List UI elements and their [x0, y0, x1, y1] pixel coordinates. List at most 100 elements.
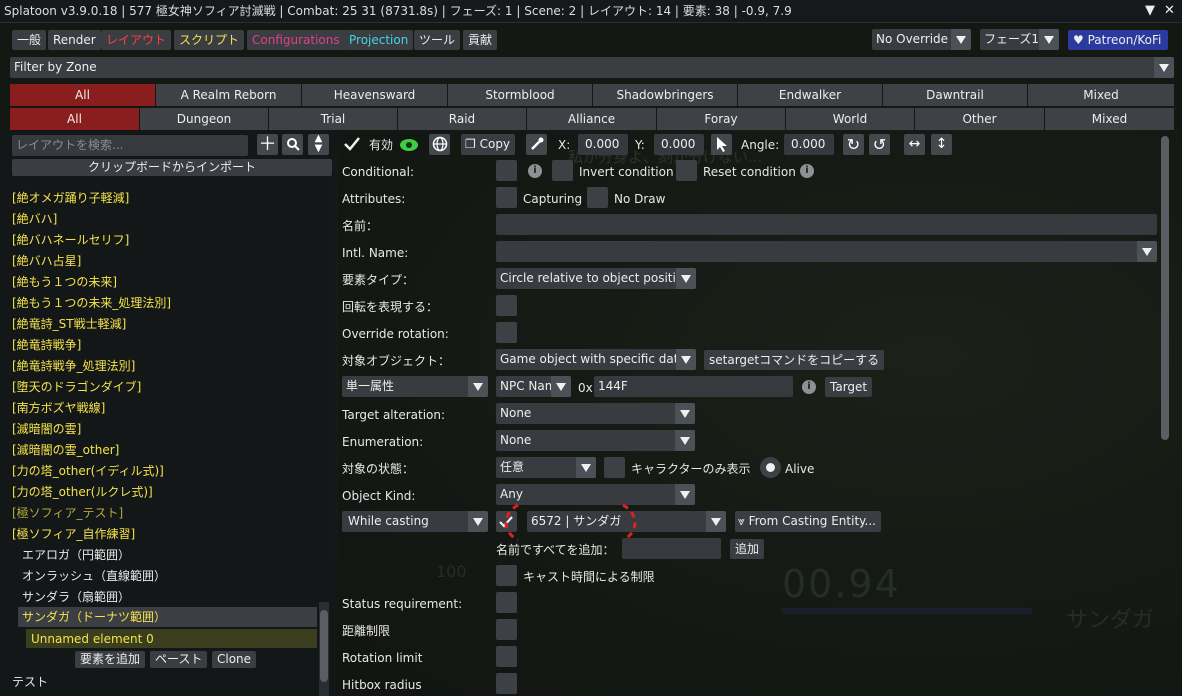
npc-name-select[interactable]: NPC Name — [496, 376, 571, 397]
tab-content-alliance[interactable]: Alliance — [527, 108, 656, 130]
while-casting-select[interactable]: While casting — [342, 511, 488, 532]
info-icon[interactable]: i — [802, 380, 816, 394]
layout-search-input[interactable]: レイアウトを検索... — [12, 135, 248, 156]
tab-expansion-all[interactable]: All — [10, 84, 155, 106]
list-item[interactable]: エアロガ（円範囲） — [22, 547, 130, 563]
menu-configurations[interactable]: Configurations — [247, 30, 345, 50]
scrollbar-thumb[interactable] — [1161, 136, 1169, 440]
paste-button[interactable]: ペースト — [150, 651, 208, 668]
tab-content-foray[interactable]: Foray — [657, 108, 785, 130]
from-casting-entity-button[interactable]: ⩔ From Casting Entity... — [735, 511, 881, 532]
add-element-button[interactable]: 要素を追加 — [75, 651, 146, 668]
list-item[interactable]: [力の塔_other(ルクレ式)] — [12, 484, 153, 500]
capturing-checkbox[interactable] — [496, 187, 517, 208]
tab-content-dungeon[interactable]: Dungeon — [140, 108, 268, 130]
menu-layouts[interactable]: レイアウト — [101, 30, 172, 50]
tab-content-raid[interactable]: Raid — [398, 108, 526, 130]
distance-limit-checkbox[interactable] — [496, 619, 517, 640]
list-item[interactable]: [絶竜詩戦争_処理法別] — [12, 358, 135, 374]
tab-expansion-dt[interactable]: Dawntrail — [883, 84, 1027, 106]
title-bar[interactable]: Splatoon v3.9.0.18 | 577 極女神ソフィア討滅戦 | Co… — [0, 0, 1182, 23]
tab-expansion-mixed[interactable]: Mixed — [1028, 84, 1174, 106]
sidebar-scrollbar[interactable] — [319, 602, 329, 696]
rotate-cw-icon[interactable]: ↻ — [843, 134, 864, 155]
list-item[interactable]: [滅暗闇の雲] — [12, 421, 81, 437]
list-item[interactable]: サンダラ（扇範囲） — [22, 589, 130, 605]
clone-button[interactable]: Clone — [212, 651, 257, 668]
tab-expansion-arr[interactable]: A Realm Reborn — [156, 84, 301, 106]
list-item[interactable]: [絶バハ] — [12, 211, 57, 227]
list-item[interactable]: [絶オメガ踊り子軽減] — [12, 190, 129, 206]
editor-scrollbar[interactable] — [1160, 130, 1170, 696]
tab-expansion-shb[interactable]: Shadowbringers — [593, 84, 737, 106]
selected-layout-row[interactable]: サンダガ（ドーナツ範囲） — [18, 607, 317, 627]
info-icon[interactable]: i — [528, 164, 542, 178]
angle-input[interactable]: 0.000 — [784, 134, 834, 155]
tab-expansion-sb[interactable]: Stormblood — [448, 84, 592, 106]
rotation-expression-checkbox[interactable] — [496, 295, 517, 316]
tab-content-mixed[interactable]: Mixed — [1045, 108, 1174, 130]
menu-general[interactable]: 一般 — [12, 30, 47, 50]
filter-by-zone-select[interactable]: Filter by Zone — [10, 57, 1174, 78]
menu-scripts[interactable]: スクリプト — [174, 30, 245, 50]
target-state-select[interactable]: 任意 — [496, 457, 596, 478]
selected-element-row[interactable]: Unnamed element 0 — [26, 629, 317, 648]
list-item[interactable]: [絶もう１つの未来] — [12, 274, 117, 290]
tab-content-world[interactable]: World — [786, 108, 914, 130]
tab-expansion-hw[interactable]: Heavensward — [302, 84, 447, 106]
list-item[interactable]: [極ソフィア_テスト] — [12, 505, 123, 521]
info-icon[interactable]: i — [800, 164, 814, 178]
menu-render[interactable]: Render — [48, 30, 101, 50]
visible-eye-icon[interactable] — [398, 134, 420, 156]
close-icon[interactable]: ✕ — [1164, 0, 1175, 22]
tab-content-all[interactable]: All — [10, 108, 139, 130]
tab-expansion-ew[interactable]: Endwalker — [738, 84, 882, 106]
list-item[interactable]: テスト — [12, 674, 48, 690]
globe-icon[interactable] — [429, 134, 450, 155]
patreon-button[interactable]: ♥ Patreon/KoFi — [1068, 30, 1168, 50]
element-type-select[interactable]: Circle relative to object position — [496, 268, 696, 289]
tab-content-trial[interactable]: Trial — [269, 108, 397, 130]
list-item[interactable]: [極ソフィア_自作練習] — [12, 526, 135, 542]
import-from-clipboard-button[interactable]: クリップボードからインポート — [12, 159, 332, 176]
list-item[interactable]: [滅暗闇の雲_other] — [12, 442, 119, 458]
menu-projection[interactable]: Projection — [344, 30, 414, 50]
enumeration-select[interactable]: None — [496, 430, 695, 451]
collapse-icon[interactable]: ▼ — [1145, 0, 1155, 22]
eyedropper-icon[interactable] — [526, 134, 547, 155]
reset-condition-checkbox[interactable] — [676, 160, 697, 181]
add-button[interactable]: 追加 — [730, 539, 765, 559]
name-input[interactable] — [496, 214, 1157, 235]
override-rotation-checkbox[interactable] — [496, 322, 517, 343]
hitbox-radius-checkbox[interactable] — [496, 673, 517, 694]
list-item[interactable]: [南方ボズヤ戦線] — [12, 400, 105, 416]
invert-condition-checkbox[interactable] — [552, 160, 573, 181]
flip-horizontal-icon[interactable]: ↔ — [904, 134, 925, 155]
hex-value-input[interactable]: 144F — [594, 376, 793, 397]
list-item[interactable]: [絶もう１つの未来_処理法別] — [12, 295, 171, 311]
limit-by-cast-checkbox[interactable] — [496, 565, 517, 586]
copy-button[interactable]: ❐ Copy — [461, 134, 516, 155]
tab-content-other[interactable]: Other — [915, 108, 1044, 130]
list-item[interactable]: オンラッシュ（直線範囲） — [22, 568, 166, 584]
target-alteration-select[interactable]: None — [496, 403, 695, 424]
override-select[interactable]: No Override — [872, 29, 971, 50]
x-input[interactable]: 0.000 — [578, 134, 628, 155]
menu-tools[interactable]: ツール — [414, 30, 461, 50]
rotation-limit-checkbox[interactable] — [496, 646, 517, 667]
list-item[interactable]: [絶竜詩戦争] — [12, 337, 81, 353]
target-object-select[interactable]: Game object with specific data — [496, 349, 696, 370]
flip-vertical-icon[interactable]: ↕ — [931, 134, 952, 155]
add-all-by-name-input[interactable] — [622, 538, 721, 559]
rotate-ccw-icon[interactable]: ↺ — [869, 134, 890, 155]
list-item[interactable]: [堕天のドラゴンダイブ] — [12, 379, 141, 395]
cursor-icon[interactable] — [711, 134, 732, 155]
menu-contribute[interactable]: 貢献 — [463, 30, 498, 50]
list-item[interactable]: [絶バハネールセリフ] — [12, 232, 129, 248]
list-item[interactable]: [力の塔_other(イディル式)] — [12, 463, 164, 479]
character-only-checkbox[interactable] — [604, 457, 625, 478]
status-requirement-checkbox[interactable] — [496, 592, 517, 613]
zoom-search-icon[interactable] — [282, 134, 303, 155]
conditional-checkbox[interactable] — [496, 160, 517, 181]
list-item[interactable]: [絶バハ占星] — [12, 253, 81, 269]
